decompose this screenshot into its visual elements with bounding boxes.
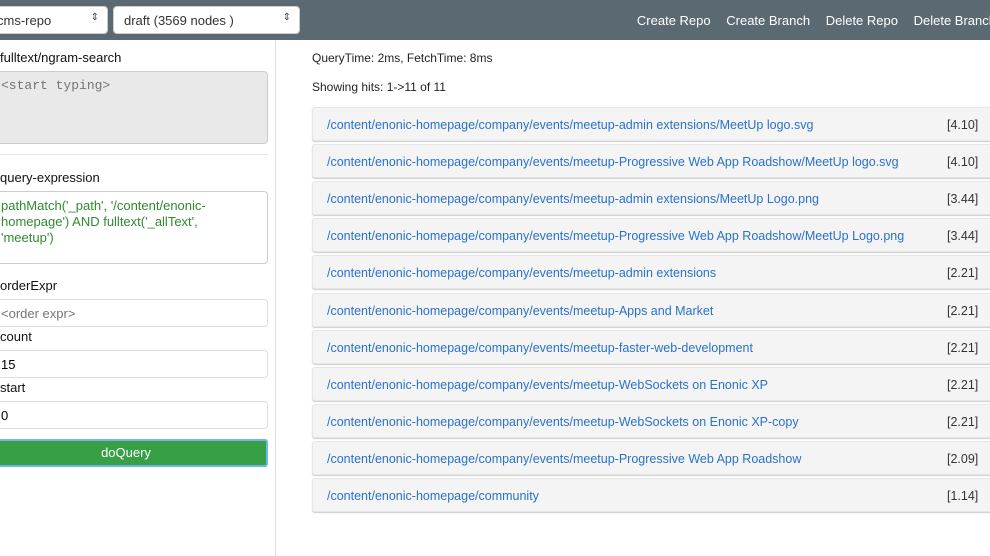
result-row: /content/enonic-homepage/community [1.14] — [312, 478, 990, 512]
delete-branch-link[interactable]: Delete Branch — [914, 13, 990, 28]
result-score: [3.44] — [947, 192, 979, 207]
result-link[interactable]: /content/enonic-homepage/company/events/… — [327, 118, 813, 132]
start-label: start — [0, 380, 26, 395]
result-row: /content/enonic-homepage/company/events/… — [312, 218, 990, 253]
query-expression-label: query-expression — [0, 170, 100, 185]
result-score: [2.21] — [947, 266, 979, 281]
result-score: [2.21] — [947, 303, 979, 318]
query-panel: fulltext/ngram-search query-expression p… — [0, 40, 276, 556]
result-score: [2.21] — [947, 377, 979, 392]
result-row: /content/enonic-homepage/company/events/… — [312, 366, 990, 401]
result-score: [2.21] — [947, 340, 979, 355]
result-row: /content/enonic-homepage/company/events/… — [312, 107, 990, 141]
query-timing: QueryTime: 2ms, FetchTime: 8ms — [312, 51, 493, 65]
result-link[interactable]: /content/enonic-homepage/company/events/… — [327, 266, 716, 280]
branch-select-value: draft (3569 nodes ) — [124, 13, 234, 28]
hits-summary: Showing hits: 1->11 of 11 — [312, 80, 446, 94]
delete-repo-link[interactable]: Delete Repo — [826, 13, 898, 28]
result-link[interactable]: /content/enonic-homepage/company/events/… — [327, 155, 899, 169]
result-score: [2.09] — [947, 451, 979, 466]
count-label: count — [0, 329, 32, 344]
result-link[interactable]: /content/enonic-homepage/company/events/… — [327, 229, 904, 243]
result-score: [1.14] — [947, 489, 979, 503]
start-input[interactable] — [0, 401, 268, 429]
create-branch-link[interactable]: Create Branch — [726, 13, 810, 28]
result-row: /content/enonic-homepage/company/events/… — [312, 403, 990, 438]
result-row: /content/enonic-homepage/company/events/… — [312, 144, 990, 179]
result-row: /content/enonic-homepage/company/events/… — [312, 292, 990, 327]
result-score: [2.21] — [947, 414, 979, 429]
result-link[interactable]: /content/enonic-homepage/company/events/… — [327, 378, 768, 392]
order-expr-input[interactable] — [0, 299, 268, 327]
result-row: /content/enonic-homepage/company/events/… — [312, 255, 990, 290]
result-row: /content/enonic-homepage/company/events/… — [312, 440, 990, 475]
order-expr-label: orderExpr — [0, 278, 58, 293]
result-score: [4.10] — [947, 155, 979, 170]
result-link[interactable]: /content/enonic-homepage/company/events/… — [327, 452, 801, 466]
result-link[interactable]: /content/enonic-homepage/company/events/… — [327, 415, 799, 429]
result-link[interactable]: /content/enonic-homepage/company/events/… — [327, 192, 819, 206]
divider — [0, 154, 268, 155]
fulltext-label: fulltext/ngram-search — [0, 50, 122, 65]
repo-select-value: cms-repo — [0, 13, 52, 28]
query-expression-input[interactable]: pathMatch('_path', '/content/enonic-home… — [0, 191, 268, 264]
result-link[interactable]: /content/enonic-homepage/community — [327, 489, 539, 503]
do-query-button[interactable]: doQuery — [0, 439, 268, 467]
result-score: [4.10] — [947, 118, 979, 132]
repo-select[interactable]: cms-repo ⇕ — [0, 6, 108, 34]
count-input[interactable] — [0, 350, 268, 378]
result-row: /content/enonic-homepage/company/events/… — [312, 329, 990, 364]
select-arrows-icon: ⇕ — [90, 12, 99, 23]
result-link[interactable]: /content/enonic-homepage/company/events/… — [327, 341, 753, 355]
result-row: /content/enonic-homepage/company/events/… — [312, 181, 990, 216]
top-nav: Create Repo Create Branch Delete Repo De… — [625, 13, 990, 28]
create-repo-link[interactable]: Create Repo — [637, 13, 711, 28]
top-bar: cms-repo ⇕ draft (3569 nodes ) ⇕ Create Re… — [0, 0, 990, 40]
select-arrows-icon: ⇕ — [282, 12, 291, 23]
result-link[interactable]: /content/enonic-homepage/company/events/… — [327, 304, 713, 318]
branch-select[interactable]: draft (3569 nodes ) ⇕ — [113, 6, 300, 34]
result-score: [3.44] — [947, 229, 979, 244]
fulltext-input[interactable] — [0, 71, 268, 144]
